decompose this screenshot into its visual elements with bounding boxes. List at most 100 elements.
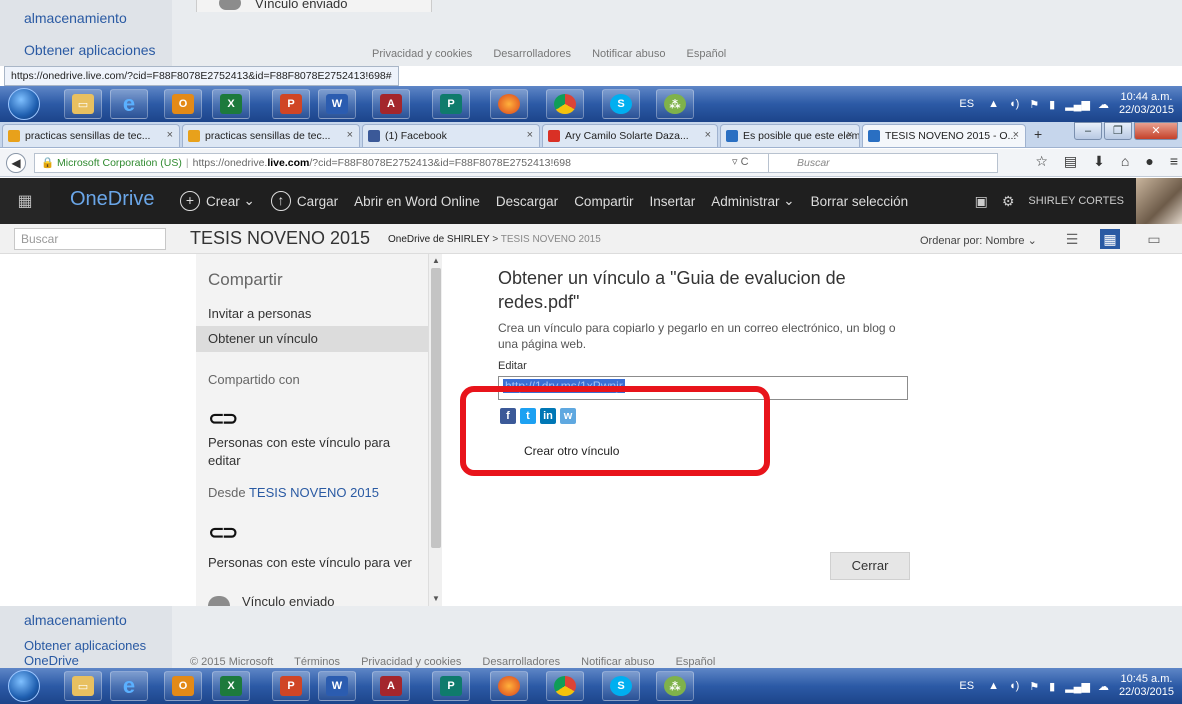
share-pane-scrollbar[interactable]: ▲ ▼ <box>428 254 442 606</box>
taskbar-chrome[interactable] <box>546 89 584 119</box>
bg-sidebar-link-storage[interactable]: almacenamiento <box>24 612 127 628</box>
footer-abuse[interactable]: Notificar abuso <box>581 656 654 668</box>
reading-list-icon[interactable]: ▤ <box>1064 153 1077 170</box>
volume-icon[interactable]: ◖) <box>1009 680 1019 692</box>
open-word-online-button[interactable]: Abrir en Word Online <box>354 194 480 209</box>
tab-practicas-2[interactable]: practicas sensillas de tec... × <box>182 124 360 147</box>
taskbar-firefox[interactable] <box>490 671 528 701</box>
clear-selection-button[interactable]: Borrar selección <box>811 194 909 209</box>
close-button[interactable]: Cerrar <box>830 552 910 580</box>
back-button[interactable]: ◀ <box>6 153 26 173</box>
tab-close-icon[interactable]: × <box>1013 129 1019 141</box>
scroll-thumb[interactable] <box>431 268 441 548</box>
embed-button[interactable]: Insertar <box>649 194 695 209</box>
user-name[interactable]: SHIRLEY CORTES <box>1028 195 1124 207</box>
tile-view-icon[interactable]: ▦ <box>1100 229 1120 249</box>
tab-close-icon[interactable]: × <box>167 129 173 141</box>
footer-lang[interactable]: Español <box>676 656 716 668</box>
browser-search-input[interactable]: Buscar <box>768 153 998 173</box>
pocket-icon[interactable]: ● <box>1145 153 1153 170</box>
taskbar-excel[interactable]: X <box>212 89 250 119</box>
download-button[interactable]: Descargar <box>496 194 558 209</box>
start-button[interactable] <box>8 670 40 702</box>
tab-tesis-noveno[interactable]: TESIS NOVENO 2015 - O... × <box>862 124 1026 147</box>
tab-gmail[interactable]: Ary Camilo Solarte Daza... × <box>542 124 718 147</box>
taskbar-skype[interactable]: S <box>602 89 640 119</box>
sort-dropdown[interactable]: Ordenar por: Nombre ⌄ <box>920 234 1037 247</box>
taskbar-outlook[interactable]: O <box>164 671 202 701</box>
gear-icon[interactable]: ⚙ <box>1002 193 1015 210</box>
flag-icon[interactable]: ⚑ <box>1029 98 1039 111</box>
bg-footer-privacy[interactable]: Privacidad y cookies <box>372 48 472 60</box>
taskbar-explorer[interactable]: ▭ <box>64 89 102 119</box>
tab-close-icon[interactable]: × <box>347 129 353 141</box>
avatar[interactable] <box>1136 178 1182 224</box>
tab-close-icon[interactable]: × <box>847 129 853 141</box>
download-icon[interactable]: ⬇ <box>1093 153 1105 170</box>
taskbar-ie[interactable]: e <box>110 89 148 119</box>
details-pane-icon[interactable]: ▭ <box>1144 229 1164 249</box>
bg-sidebar-link-apps[interactable]: Obtener aplicaciones <box>24 42 156 58</box>
home-icon[interactable]: ⌂ <box>1121 153 1129 170</box>
site-identity[interactable]: Microsoft Corporation (US) <box>57 157 182 169</box>
clock[interactable]: 10:45 a.m. 22/03/2015 <box>1119 673 1174 699</box>
scroll-down-icon[interactable]: ▼ <box>432 594 440 603</box>
bookmark-star-icon[interactable]: ☆ <box>1035 153 1048 170</box>
close-window-button[interactable]: ✕ <box>1134 122 1178 140</box>
taskbar-access[interactable]: A <box>372 89 410 119</box>
taskbar-publisher[interactable]: P <box>432 89 470 119</box>
menu-icon[interactable]: ≡ <box>1170 153 1178 170</box>
bg-sidebar-link-onedrive[interactable]: OneDrive <box>24 653 79 667</box>
language-indicator[interactable]: ES <box>959 680 974 692</box>
signal-icon[interactable]: ▂▄▆ <box>1065 98 1090 111</box>
create-button[interactable]: + Crear ⌄ <box>180 191 255 211</box>
invite-people-item[interactable]: Invitar a personas <box>196 306 432 321</box>
onedrive-tray-icon[interactable]: ☁ <box>1098 680 1109 693</box>
battery-icon[interactable]: ▮ <box>1049 98 1055 111</box>
app-launcher-icon[interactable]: ▦ <box>0 178 50 224</box>
taskbar-chrome[interactable] <box>546 671 584 701</box>
taskbar-word[interactable]: W <box>318 89 356 119</box>
taskbar-network[interactable]: ⁂ <box>656 671 694 701</box>
onedrive-search-input[interactable]: Buscar <box>14 228 166 250</box>
start-button[interactable] <box>8 88 40 120</box>
manage-button[interactable]: Administrar ⌄ <box>711 193 794 209</box>
bg-footer-lang[interactable]: Español <box>687 48 727 60</box>
url-dropdown-icon[interactable]: ▿ C <box>732 155 749 168</box>
taskbar-access[interactable]: A <box>372 671 410 701</box>
tab-close-icon[interactable]: × <box>705 129 711 141</box>
footer-terms[interactable]: Términos <box>294 656 340 668</box>
taskbar-powerpoint[interactable]: P <box>272 671 310 701</box>
edit-link-people[interactable]: Personas con este vínculo para editar <box>208 434 413 470</box>
bg-sidebar-link-storage[interactable]: almacenamiento <box>24 10 127 26</box>
address-bar[interactable]: 🔒 Microsoft Corporation (US) | https://one… <box>34 153 838 173</box>
taskbar-publisher[interactable]: P <box>432 671 470 701</box>
signal-icon[interactable]: ▂▄▆ <box>1065 680 1090 693</box>
taskbar-ie[interactable]: e <box>110 671 148 701</box>
tray-arrow-icon[interactable]: ▲ <box>988 680 999 692</box>
battery-icon[interactable]: ▮ <box>1049 680 1055 693</box>
breadcrumb-root[interactable]: OneDrive de SHIRLEY <box>388 234 490 245</box>
volume-icon[interactable]: ◖) <box>1009 98 1019 110</box>
flag-icon[interactable]: ⚑ <box>1029 680 1039 693</box>
share-button[interactable]: Compartir <box>574 194 633 209</box>
minimize-button[interactable]: – <box>1074 122 1102 140</box>
tray-arrow-icon[interactable]: ▲ <box>988 98 999 110</box>
tab-practicas-1[interactable]: practicas sensillas de tec... × <box>2 124 180 147</box>
taskbar-word[interactable]: W <box>318 671 356 701</box>
tab-close-icon[interactable]: × <box>527 129 533 141</box>
language-indicator[interactable]: ES <box>959 98 974 110</box>
clock[interactable]: 10:44 a.m. 22/03/2015 <box>1119 91 1174 117</box>
new-tab-button[interactable]: + <box>1034 126 1042 142</box>
upload-button[interactable]: ↑ Cargar <box>270 191 338 211</box>
view-link-people[interactable]: Personas con este vínculo para ver <box>208 554 413 572</box>
onedrive-brand[interactable]: OneDrive <box>70 188 154 211</box>
onedrive-tray-icon[interactable]: ☁ <box>1098 98 1109 111</box>
taskbar-outlook[interactable]: O <box>164 89 202 119</box>
bg-footer-dev[interactable]: Desarrolladores <box>493 48 571 60</box>
taskbar-network[interactable]: ⁂ <box>656 89 694 119</box>
scroll-up-icon[interactable]: ▲ <box>432 256 440 265</box>
footer-dev[interactable]: Desarrolladores <box>482 656 560 668</box>
footer-privacy[interactable]: Privacidad y cookies <box>361 656 461 668</box>
bg-footer-abuse[interactable]: Notificar abuso <box>592 48 665 60</box>
